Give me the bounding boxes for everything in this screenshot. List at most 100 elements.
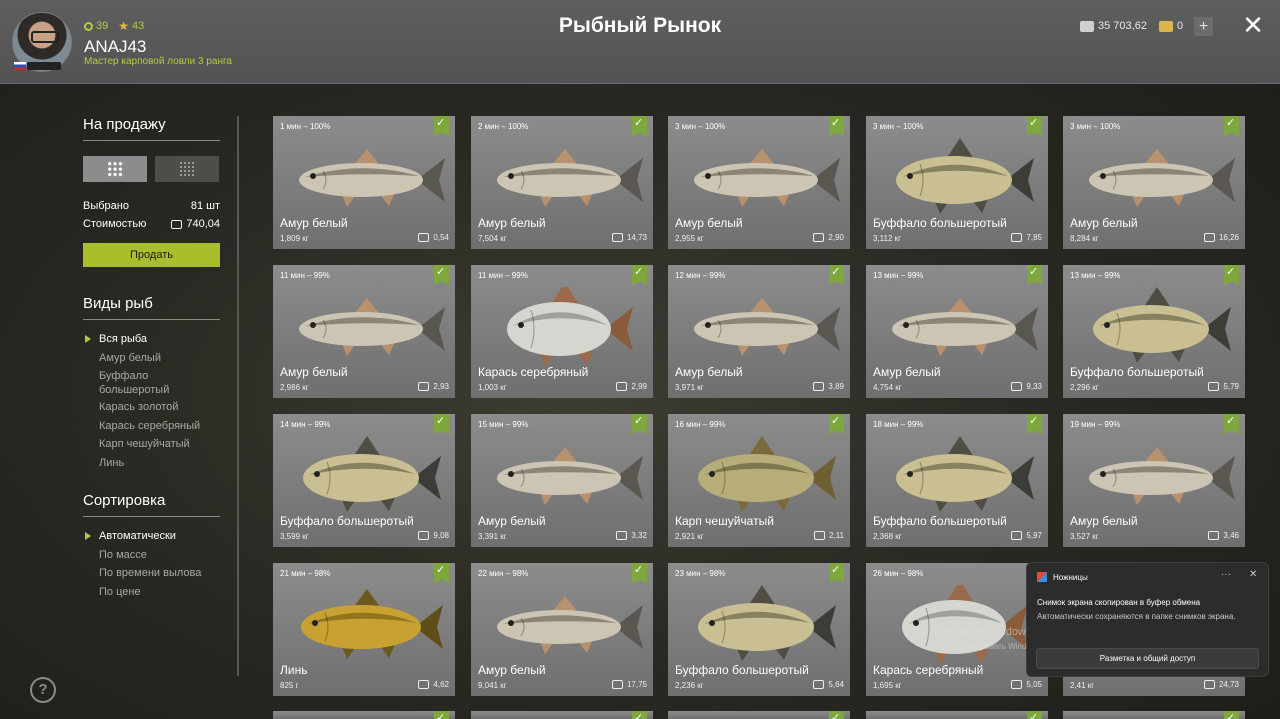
selected-check-icon[interactable]: [632, 265, 647, 285]
selected-check-icon[interactable]: [1224, 414, 1239, 434]
fish-image: [694, 298, 840, 356]
silver-coin-icon: [1011, 680, 1023, 689]
sort-automatic[interactable]: Автоматически: [84, 529, 201, 548]
fish-image: [497, 447, 643, 505]
fish-price: 9,33: [1011, 382, 1042, 391]
fish-weight: 2,368 кг: [873, 532, 902, 541]
fish-card[interactable]: 3 мин – 100% Буффало большеротый 3,112 к…: [866, 116, 1048, 249]
fish-weight: 2,986 кг: [280, 383, 309, 392]
selected-check-icon[interactable]: [1224, 265, 1239, 285]
fish-card[interactable]: [1063, 711, 1245, 719]
fish-name: Карп чешуйчатый: [675, 514, 774, 528]
fish-card[interactable]: [668, 711, 850, 719]
fish-card[interactable]: 1 мин – 100% Амур белый 1,809 кг 0,54: [273, 116, 455, 249]
notification-app-name: Ножницы: [1053, 572, 1088, 582]
fish-card[interactable]: 18 мин – 99% Буффало большеротый 2,368 к…: [866, 414, 1048, 547]
selected-check-icon[interactable]: [1027, 116, 1042, 136]
small-grid-view-toggle[interactable]: [155, 156, 219, 182]
fish-card[interactable]: 15 мин – 99% Амур белый 3,391 кг 3,32: [471, 414, 653, 547]
fish-card[interactable]: 23 мин – 98% Буффало большеротый 2,236 к…: [668, 563, 850, 696]
filter-golden-crucian[interactable]: Карась золотой: [99, 400, 200, 419]
fish-card[interactable]: 2 мин – 100% Амур белый 7,504 кг 14,73: [471, 116, 653, 249]
fish-card[interactable]: [471, 711, 653, 719]
selected-check-icon[interactable]: [434, 414, 449, 434]
fish-card[interactable]: 3 мин – 100% Амур белый 2,955 кг 2,90: [668, 116, 850, 249]
filter-all-fish[interactable]: Вся рыба: [84, 332, 200, 351]
fish-card[interactable]: 16 мин – 99% Карп чешуйчатый 2,921 кг 2,…: [668, 414, 850, 547]
scrollbar[interactable]: [237, 116, 239, 676]
selected-check-icon[interactable]: [434, 265, 449, 285]
sort-options-list: Автоматически По массе По времени вылова…: [84, 529, 201, 604]
notification-more-icon[interactable]: ···: [1221, 569, 1231, 580]
total-cost-row: Стоимостью 740,04: [83, 218, 220, 230]
selected-check-icon[interactable]: [1224, 116, 1239, 136]
fish-card[interactable]: 11 мин – 99% Амур белый 2,986 кг 2,93: [273, 265, 455, 398]
silver-coin-icon: [418, 531, 430, 540]
fish-card[interactable]: 13 мин – 99% Амур белый 4,754 кг 9,33: [866, 265, 1048, 398]
snipping-tool-notification[interactable]: Ножницы ··· ✕ Снимок экрана скопирован в…: [1026, 562, 1269, 677]
selected-check-icon[interactable]: [829, 711, 844, 719]
selected-check-icon[interactable]: [434, 563, 449, 583]
notification-close-icon[interactable]: ✕: [1249, 569, 1257, 580]
fish-price-value: 0,54: [433, 233, 449, 242]
close-button[interactable]: ✕: [1242, 12, 1264, 38]
selected-check-icon[interactable]: [829, 116, 844, 136]
fish-weight: 4,754 кг: [873, 383, 902, 392]
selected-check-icon[interactable]: [632, 414, 647, 434]
help-button[interactable]: ?: [30, 677, 56, 703]
silver-coin-icon: [616, 382, 628, 391]
selected-check-icon[interactable]: [1224, 711, 1239, 719]
silver-balance: 35 703,62: [1080, 16, 1147, 36]
fish-card[interactable]: 21 мин – 98% Линь 825 г 4,62: [273, 563, 455, 696]
fish-card[interactable]: 22 мин – 98% Амур белый 9,041 кг 17,75: [471, 563, 653, 696]
fish-card[interactable]: 11 мин – 99% Карась серебряный 1,003 кг …: [471, 265, 653, 398]
fish-price-value: 3,46: [1223, 531, 1239, 540]
fish-card[interactable]: 14 мин – 99% Буффало большеротый 3,599 к…: [273, 414, 455, 547]
filter-amur[interactable]: Амур белый: [99, 351, 200, 370]
notification-body: Автоматически сохраняются в папке снимко…: [1037, 612, 1236, 621]
markup-share-button[interactable]: Разметка и общий доступ: [1036, 648, 1259, 669]
selected-check-icon[interactable]: [829, 265, 844, 285]
large-grid-view-toggle[interactable]: [83, 156, 147, 182]
fish-price: 5,64: [813, 680, 844, 689]
fish-card[interactable]: 3 мин – 100% Амур белый 8,284 кг 16,26: [1063, 116, 1245, 249]
fish-name: Амур белый: [873, 365, 941, 379]
selected-check-icon[interactable]: [632, 711, 647, 719]
selected-check-icon[interactable]: [434, 116, 449, 136]
catch-time: 15 мин – 99%: [478, 420, 529, 429]
selected-value: 81 шт: [190, 200, 220, 212]
fish-card[interactable]: 13 мин – 99% Буффало большеротый 2,296 к…: [1063, 265, 1245, 398]
rank-badge: [27, 62, 61, 70]
selected-check-icon[interactable]: [829, 414, 844, 434]
selected-check-icon[interactable]: [434, 711, 449, 719]
filter-silver-crucian[interactable]: Карась серебряный: [99, 419, 200, 438]
selected-label: Выбрано: [83, 200, 129, 212]
selected-check-icon[interactable]: [632, 116, 647, 136]
filter-buffalo[interactable]: Буффало большеротый: [99, 369, 179, 400]
fish-image: [1089, 447, 1235, 505]
sell-button[interactable]: Продать: [83, 243, 220, 267]
catch-time: 3 мин – 100%: [1070, 122, 1121, 131]
fish-card[interactable]: 12 мин – 99% Амур белый 3,971 кг 3,89: [668, 265, 850, 398]
fish-name: Буффало большеротый: [675, 663, 809, 677]
fish-image: [896, 138, 1034, 214]
sort-by-price[interactable]: По цене: [99, 585, 201, 604]
selected-check-icon[interactable]: [632, 563, 647, 583]
selected-check-icon[interactable]: [1027, 414, 1042, 434]
filter-tench[interactable]: Линь: [99, 456, 200, 475]
selected-check-icon[interactable]: [1027, 711, 1042, 719]
fish-card[interactable]: [866, 711, 1048, 719]
add-gold-button[interactable]: +: [1194, 17, 1213, 36]
fish-weight: 2,296 кг: [1070, 383, 1099, 392]
fish-card[interactable]: 19 мин – 99% Амур белый 3,527 кг 3,46: [1063, 414, 1245, 547]
fish-weight: 9,041 кг: [478, 681, 507, 690]
sort-by-catch-time[interactable]: По времени вылова: [99, 566, 201, 585]
filter-carp[interactable]: Карп чешуйчатый: [99, 437, 200, 456]
fish-price: 2,11: [814, 531, 844, 540]
fish-card[interactable]: [273, 711, 455, 719]
silver-coin-icon: [1208, 531, 1220, 540]
selected-check-icon[interactable]: [1027, 265, 1042, 285]
fish-price: 5,05: [1011, 680, 1042, 689]
selected-check-icon[interactable]: [829, 563, 844, 583]
sort-by-weight[interactable]: По массе: [99, 548, 201, 567]
